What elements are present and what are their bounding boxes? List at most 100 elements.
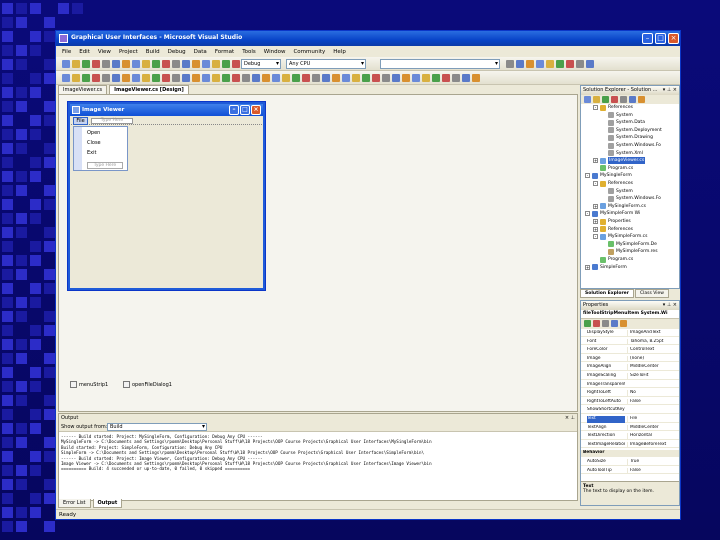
tree-item[interactable]: System.Data: [601, 119, 645, 126]
toolbar-tool-icon[interactable]: [142, 74, 150, 82]
toolbar-tool-icon[interactable]: [82, 60, 90, 68]
toolbar-tool-icon[interactable]: [202, 74, 210, 82]
solution-tool-icon[interactable]: [584, 96, 591, 103]
property-row[interactable]: AutoSize True: [581, 459, 679, 466]
tree-item[interactable]: System.Xml: [601, 150, 643, 157]
toolbar-tool-icon[interactable]: [62, 74, 70, 82]
toolbar-tool-icon[interactable]: [92, 60, 100, 68]
toolbar-tool-icon[interactable]: [102, 74, 110, 82]
toolbar-tool-icon[interactable]: [546, 60, 554, 68]
solution-tool-icon[interactable]: [593, 96, 600, 103]
tree-item[interactable]: MySimpleForm.De: [601, 241, 657, 248]
toolbar-tool-icon[interactable]: [252, 74, 260, 82]
tree-item[interactable]: MySimpleForm.res: [601, 248, 658, 255]
toolbar-tool-icon[interactable]: [192, 74, 200, 82]
property-row[interactable]: ImageAlign MiddleCenter: [581, 364, 679, 371]
toolbar-tool-icon[interactable]: [372, 74, 380, 82]
tab-error-list[interactable]: Error List: [58, 499, 91, 508]
tree-item[interactable]: - References: [593, 180, 633, 187]
toolbar-tool-icon[interactable]: [586, 60, 594, 68]
property-row[interactable]: TextImageRelation ImageBeforeText: [581, 441, 679, 449]
tree-item[interactable]: Program.cs: [593, 165, 633, 172]
toolbar-tool-icon[interactable]: [556, 60, 564, 68]
tree-item[interactable]: - MySingleForm: [585, 172, 632, 179]
property-row[interactable]: TextAlign MiddleCenter: [581, 424, 679, 432]
tree-item[interactable]: + MySingleForm.cs: [593, 203, 646, 210]
tree-expander-icon[interactable]: +: [593, 158, 598, 164]
toolbar-tool-icon[interactable]: [472, 74, 480, 82]
property-row[interactable]: ImageScaling SizeToFit: [581, 373, 679, 380]
tree-expander-icon[interactable]: +: [593, 219, 598, 224]
tree-item[interactable]: System: [601, 188, 633, 195]
property-value[interactable]: False: [627, 398, 677, 406]
tree-item[interactable]: - MySimpleForm.cs: [593, 233, 648, 240]
toolbar-tool-icon[interactable]: [332, 74, 340, 82]
tree-item[interactable]: - MySimpleForm Wi: [585, 210, 640, 217]
toolbar-tool-icon[interactable]: [422, 74, 430, 82]
property-value[interactable]: ControlText: [627, 347, 677, 354]
toolbar-tool-icon[interactable]: [362, 74, 370, 82]
toolbar-tool-icon[interactable]: [342, 74, 350, 82]
property-value[interactable]: No: [627, 390, 677, 397]
property-category[interactable]: Behavior: [581, 450, 679, 457]
toolbar-tool-icon[interactable]: [442, 74, 450, 82]
tree-expander-icon[interactable]: -: [585, 173, 590, 179]
tree-item[interactable]: + References: [593, 226, 633, 233]
property-row[interactable]: TextDirection Horizontal: [581, 433, 679, 440]
menu-item-open[interactable]: Open: [87, 130, 100, 136]
property-value[interactable]: (none): [627, 355, 677, 363]
toolbar-tool-icon[interactable]: [506, 60, 514, 68]
properties-tool-icon[interactable]: [602, 320, 609, 327]
toolbar-tool-icon[interactable]: [212, 74, 220, 82]
toolbar-tool-icon[interactable]: [172, 74, 180, 82]
dropdown-type-here[interactable]: Type Here: [87, 162, 123, 169]
pin-icon[interactable]: ▾ ⊥ ×: [663, 86, 677, 94]
menu-file[interactable]: File: [62, 49, 71, 55]
tree-expander-icon[interactable]: -: [593, 181, 598, 186]
tab-imageviewer-design[interactable]: ImageViewer.cs [Design]: [109, 85, 189, 94]
toolbar-tool-icon[interactable]: [182, 60, 190, 68]
find-combo[interactable]: [380, 59, 500, 69]
toolbar-tool-icon[interactable]: [412, 74, 420, 82]
tray-menustrip[interactable]: menuStrip1: [70, 381, 108, 388]
property-value[interactable]: True: [627, 459, 677, 466]
properties-tool-icon[interactable]: [584, 320, 591, 327]
tray-openfiledialog[interactable]: openFileDialog1: [123, 381, 172, 388]
toolbar-tool-icon[interactable]: [72, 60, 80, 68]
tab-solution-explorer[interactable]: Solution Explorer: [580, 289, 634, 298]
toolbar-tool-icon[interactable]: [292, 74, 300, 82]
toolbar-tool-icon[interactable]: [92, 74, 100, 82]
property-row[interactable]: Image (none): [581, 355, 679, 363]
tree-item[interactable]: + Properties: [593, 218, 631, 225]
tree-expander-icon[interactable]: +: [593, 203, 598, 209]
solution-tool-icon[interactable]: [629, 96, 636, 103]
menu-build[interactable]: Build: [146, 49, 160, 55]
tree-item[interactable]: + SimpleForm: [585, 264, 627, 271]
toolbar-tool-icon[interactable]: [112, 74, 120, 82]
toolbar-tool-icon[interactable]: [162, 60, 170, 68]
toolbar-tool-icon[interactable]: [516, 60, 524, 68]
property-value[interactable]: MiddleCenter: [627, 424, 677, 432]
property-row[interactable]: ForeColor ControlText: [581, 347, 679, 354]
toolbar-tool-icon[interactable]: [526, 60, 534, 68]
property-value[interactable]: SizeToFit: [627, 373, 677, 380]
show-output-combo[interactable]: Build: [107, 423, 207, 431]
menu-format[interactable]: Format: [215, 49, 234, 55]
tree-expander-icon[interactable]: -: [593, 234, 598, 240]
form-maximize-button[interactable]: □: [240, 105, 250, 115]
solution-tool-icon[interactable]: [638, 96, 645, 103]
toolbar-tool-icon[interactable]: [576, 60, 584, 68]
tree-item[interactable]: Program.cs: [593, 256, 633, 263]
toolbar-tool-icon[interactable]: [222, 60, 230, 68]
toolbar-tool-icon[interactable]: [352, 74, 360, 82]
image-viewer-form[interactable]: Image Viewer – □ × File Type Here Open C…: [68, 102, 265, 290]
property-value[interactable]: Horizontal: [627, 433, 677, 440]
property-row[interactable]: AutoToolTip False: [581, 467, 679, 475]
close-button[interactable]: ×: [668, 33, 679, 44]
maximize-button[interactable]: □: [655, 33, 666, 44]
toolbar-tool-icon[interactable]: [272, 74, 280, 82]
toolbar-tool-icon[interactable]: [62, 60, 70, 68]
toolbar-tool-icon[interactable]: [232, 74, 240, 82]
toolbar-tool-icon[interactable]: [162, 74, 170, 82]
toolbar-tool-icon[interactable]: [242, 74, 250, 82]
